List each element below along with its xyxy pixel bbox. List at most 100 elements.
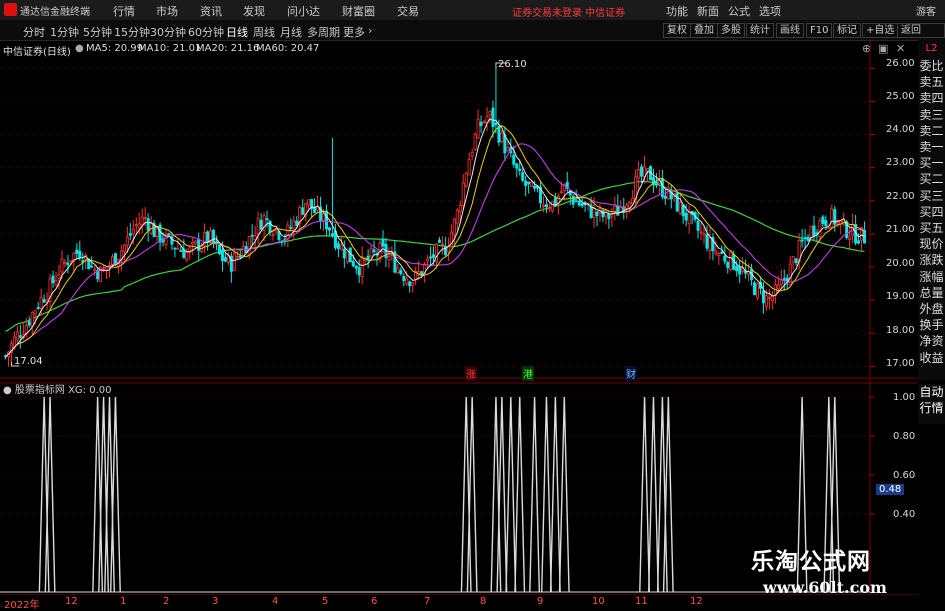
sidebar-item[interactable]: 现价	[918, 236, 945, 252]
auto-quote-panel[interactable]: 自动 行情	[918, 384, 945, 424]
menu-news[interactable]: 资讯	[200, 3, 222, 19]
candle-body	[399, 269, 403, 275]
candle-body	[848, 236, 852, 240]
candle-body	[637, 169, 641, 179]
date-tick: 5	[322, 596, 329, 607]
candle-body	[30, 312, 34, 327]
sidebar-item[interactable]: 收益	[918, 350, 945, 366]
menu-market[interactable]: 市场	[156, 3, 178, 19]
menu-discover[interactable]: 发现	[243, 3, 265, 19]
event-marker-hk[interactable]: 港	[522, 366, 534, 381]
menu-new-page[interactable]: 新面	[697, 3, 719, 19]
sidebar-item[interactable]: 换手	[918, 317, 945, 333]
candle-body	[131, 228, 135, 235]
sidebar-item[interactable]: 买五	[918, 220, 945, 236]
candle-body	[818, 220, 822, 237]
candle-body	[521, 172, 525, 181]
multi-stock-button[interactable]: 多股	[717, 23, 745, 38]
candle-body	[36, 307, 40, 309]
back-button[interactable]: 返回	[897, 23, 945, 38]
add-watchlist-button[interactable]: +自选	[862, 23, 899, 38]
candle-body	[512, 154, 516, 165]
chevron-right-icon[interactable]: ›	[368, 24, 372, 37]
tab-1min[interactable]: 1分钟	[50, 24, 79, 40]
menu-wealth[interactable]: 财富圈	[342, 3, 375, 19]
f10-button[interactable]: F10	[806, 23, 833, 38]
indicator-title[interactable]: ● 股票指标网 XG: 0.00	[3, 381, 112, 396]
sidebar-item[interactable]: 涨跌	[918, 252, 945, 268]
candle-body	[372, 249, 376, 253]
candle-body	[482, 121, 486, 124]
sidebar-level2-icon[interactable]: L2	[918, 40, 945, 58]
event-marker-finance[interactable]: 财	[625, 366, 637, 381]
guest-label[interactable]: 游客	[916, 3, 936, 18]
tab-5min[interactable]: 5分钟	[83, 24, 112, 40]
candle-body	[720, 251, 724, 254]
event-marker-limit-up[interactable]: 涨	[465, 366, 477, 381]
kline-chart[interactable]	[0, 40, 918, 609]
tab-weekly[interactable]: 周线	[253, 24, 275, 40]
draw-button[interactable]: 画线	[776, 23, 804, 38]
candle-body	[684, 213, 688, 221]
menu-formula[interactable]: 公式	[728, 3, 750, 19]
candle-body	[271, 234, 275, 236]
sidebar-item[interactable]: 买三	[918, 188, 945, 204]
candle-body	[63, 261, 67, 264]
sidebar-item[interactable]: 卖五	[918, 74, 945, 90]
price-tick: 22.00	[886, 191, 915, 202]
candle-body	[714, 251, 718, 255]
sidebar-item[interactable]: 买四	[918, 204, 945, 220]
candle-body	[705, 234, 709, 249]
tab-intraday[interactable]: 分时	[23, 24, 45, 40]
menu-trade[interactable]: 交易	[397, 3, 419, 19]
candle-body	[60, 258, 64, 273]
sidebar-item[interactable]: 总量	[918, 285, 945, 301]
login-status[interactable]: 证券交易未登录 中信证券	[512, 4, 625, 19]
candle-body	[322, 213, 326, 223]
sidebar-item[interactable]: 卖三	[918, 107, 945, 123]
stats-button[interactable]: 统计	[746, 23, 774, 38]
menu-ask[interactable]: 问小达	[287, 3, 320, 19]
tab-more[interactable]: 更多	[343, 24, 365, 40]
candle-body	[491, 107, 495, 128]
sidebar-item[interactable]: 委比	[918, 58, 945, 74]
candle-body	[238, 255, 242, 258]
candle-body	[857, 240, 861, 244]
sidebar-item[interactable]: 卖四	[918, 90, 945, 106]
candle-body	[134, 224, 138, 227]
candle-body	[488, 111, 492, 116]
settings-dot-icon[interactable]: ●	[3, 385, 15, 396]
tab-daily[interactable]: 日线	[226, 24, 248, 40]
sidebar-item[interactable]: 外盘	[918, 301, 945, 317]
tab-15min[interactable]: 15分钟	[114, 24, 150, 40]
candle-body	[506, 147, 510, 152]
tab-monthly[interactable]: 月线	[280, 24, 302, 40]
candle-body	[473, 134, 477, 150]
candle-body	[696, 220, 700, 231]
tab-60min[interactable]: 60分钟	[188, 24, 224, 40]
tab-30min[interactable]: 30分钟	[150, 24, 186, 40]
sidebar-item[interactable]: 卖二	[918, 123, 945, 139]
candle-body	[663, 195, 667, 199]
tab-multi-period[interactable]: 多周期	[307, 24, 340, 40]
sidebar-item[interactable]: 买二	[918, 171, 945, 187]
candle-body	[42, 299, 46, 303]
sidebar-item[interactable]: 净资	[918, 333, 945, 349]
mark-button[interactable]: 标记	[833, 23, 861, 38]
overlay-button[interactable]: 叠加	[690, 23, 718, 38]
candle-body	[405, 278, 409, 285]
sidebar-item[interactable]: 卖一	[918, 139, 945, 155]
candle-body	[518, 168, 522, 171]
menu-function[interactable]: 功能	[666, 3, 688, 19]
candle-body	[122, 244, 126, 252]
xg-signal-spike	[549, 396, 561, 593]
adjust-button[interactable]: 复权	[663, 23, 691, 38]
date-tick: 2	[163, 596, 170, 607]
candle-body	[140, 216, 144, 226]
date-tick: 7	[424, 596, 431, 607]
menu-market-quotes[interactable]: 行情	[113, 3, 135, 19]
menu-options[interactable]: 选项	[759, 3, 781, 19]
sidebar-item[interactable]: 涨幅	[918, 269, 945, 285]
sidebar-item[interactable]: 买一	[918, 155, 945, 171]
candle-body	[830, 208, 834, 228]
